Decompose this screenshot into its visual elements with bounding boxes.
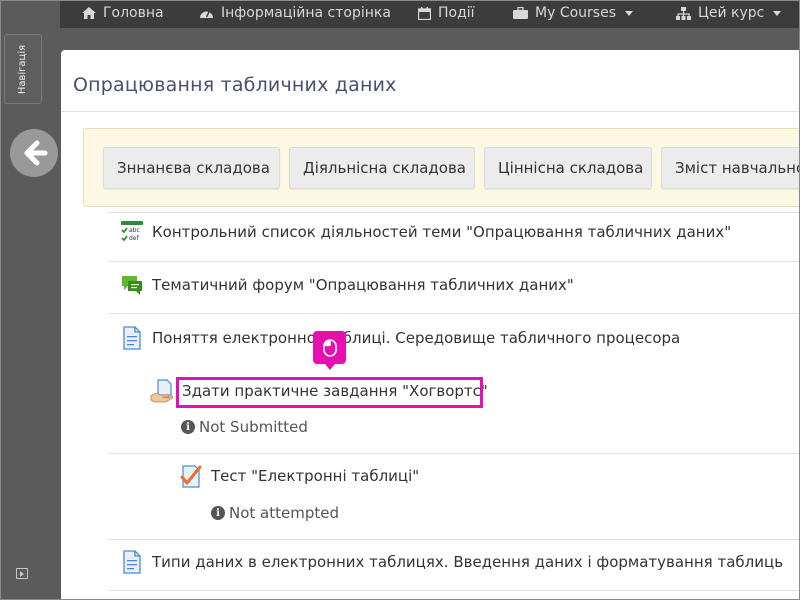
info-icon: i <box>181 420 195 434</box>
nav-events-label: Події <box>438 5 475 21</box>
nav-home-label: Головна <box>103 5 164 21</box>
nav-my-courses[interactable]: My Courses <box>513 0 633 26</box>
activity-quiz-label: Тест "Електронні таблиці" <box>211 467 420 485</box>
mouse-click-icon <box>313 331 346 370</box>
tab-activity[interactable]: Діяльнісна складова <box>289 147 475 189</box>
activity-page-data-types[interactable]: Типи даних в електронних таблицях. Введе… <box>120 550 783 574</box>
activity-checklist-label: Контрольний список діяльностей теми "Опр… <box>152 223 732 241</box>
checklist-icon: abc def <box>120 220 144 244</box>
chevron-down-icon <box>773 10 782 16</box>
nav-this-course-label: Цей курс <box>698 5 765 21</box>
divider <box>108 590 800 591</box>
activity-quiz[interactable]: Тест "Електронні таблиці" <box>179 464 419 488</box>
assignment-icon <box>150 379 174 403</box>
back-arrow-icon[interactable] <box>10 129 58 177</box>
activity-checklist[interactable]: abc def Контрольний список діяльностей т… <box>120 220 731 244</box>
panel-header: Опрацювання табличних даних <box>61 50 800 112</box>
click-target-highlight <box>176 377 483 408</box>
activity-forum-label: Тематичний форум "Опрацювання табличних … <box>152 276 574 294</box>
svg-text:def: def <box>129 235 140 242</box>
nav-home[interactable]: Головна <box>82 0 164 26</box>
page-title: Опрацювання табличних даних <box>73 74 397 96</box>
nav-dashboard[interactable]: Інформаційна сторінка <box>199 0 391 26</box>
activity-page-spreadsheet-concept[interactable]: Поняття електронної таблиці. Середовище … <box>120 326 680 350</box>
tab-knowledge[interactable]: Зннанєва складова <box>103 147 280 189</box>
chevron-down-icon <box>625 10 633 16</box>
page-icon <box>120 550 144 574</box>
nav-my-courses-label: My Courses <box>535 5 616 21</box>
assignment-status-text: Not Submitted <box>199 418 308 436</box>
home-icon <box>82 7 96 19</box>
quiz-status-text: Not attempted <box>229 504 339 522</box>
quiz-status: i Not attempted <box>211 504 339 522</box>
svg-text:abc: abc <box>129 227 140 234</box>
nav-events[interactable]: Події <box>418 0 475 26</box>
assignment-status: i Not Submitted <box>181 418 308 436</box>
dock-toggle-icon[interactable] <box>16 568 28 579</box>
divider <box>108 261 800 262</box>
top-navigation-bar: Головна Інформаційна сторінка Події My C… <box>60 0 800 28</box>
activity-page-label: Поняття електронної таблиці. Середовище … <box>152 329 681 347</box>
divider <box>108 453 800 454</box>
nav-dashboard-label: Інформаційна сторінка <box>221 5 391 21</box>
tab-values[interactable]: Ціннісна складова <box>484 147 652 189</box>
quiz-icon <box>179 464 203 488</box>
divider <box>108 539 800 540</box>
info-icon: i <box>211 506 225 520</box>
divider <box>108 313 800 314</box>
tab-content[interactable]: Зміст навчального <box>661 147 800 189</box>
calendar-icon <box>418 6 431 20</box>
navigation-drawer-tab[interactable]: Навігація <box>4 34 42 104</box>
page-icon <box>120 326 144 350</box>
briefcase-icon <box>513 7 528 19</box>
sitemap-icon <box>676 6 691 20</box>
section-tabs: Зннанєва складова Діяльнісна складова Ці… <box>83 128 800 207</box>
nav-this-course[interactable]: Цей курс <box>676 0 782 26</box>
dashboard-icon <box>200 10 213 18</box>
forum-icon <box>120 273 144 297</box>
activity-page-data-types-label: Типи даних в електронних таблицях. Введе… <box>152 553 784 571</box>
course-section-panel: Опрацювання табличних даних Зннанєва скл… <box>61 50 800 600</box>
activity-forum[interactable]: Тематичний форум "Опрацювання табличних … <box>120 273 574 297</box>
navigation-tab-label: Навігація <box>17 44 29 94</box>
divider <box>108 212 800 213</box>
left-sidebar: Навігація <box>0 0 60 600</box>
